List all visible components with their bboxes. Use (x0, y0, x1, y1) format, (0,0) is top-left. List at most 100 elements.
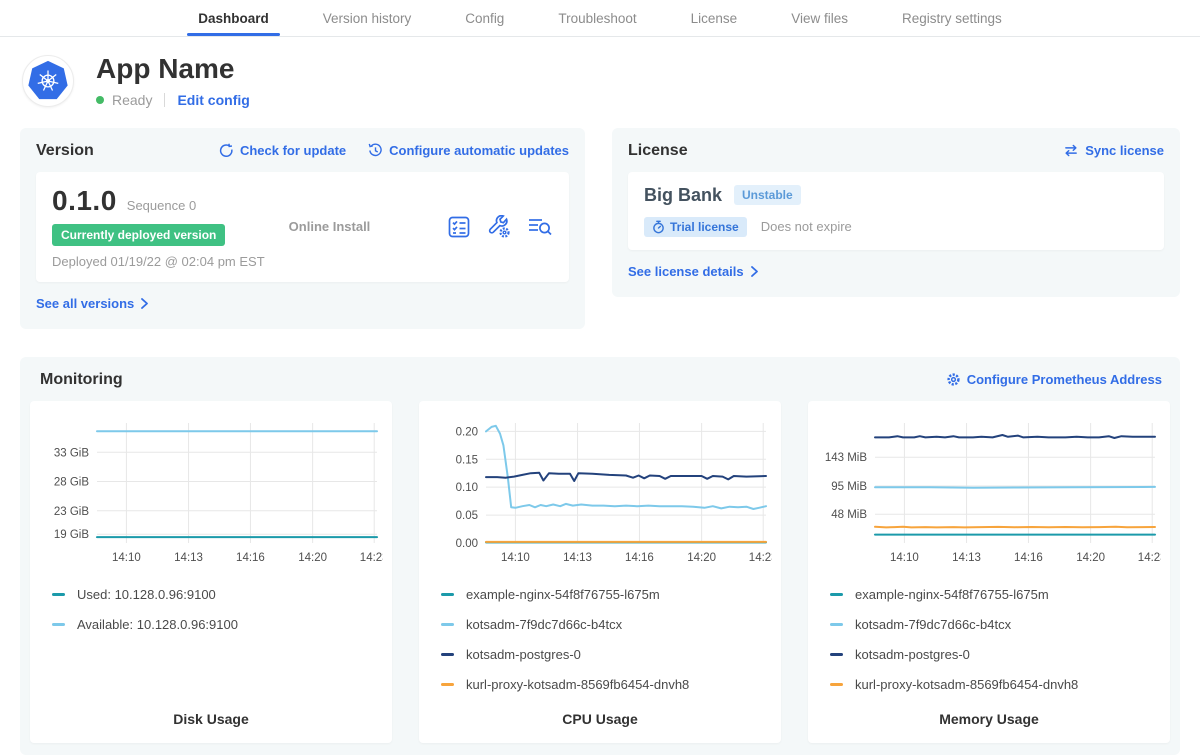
config-wrench-icon[interactable] (487, 215, 511, 239)
chevron-right-icon (750, 266, 759, 277)
see-all-versions-label: See all versions (36, 296, 134, 311)
legend-item: Available: 10.128.0.96:9100 (52, 617, 380, 632)
status-dot-icon (96, 96, 104, 104)
app-header: App Name Ready Edit config (0, 37, 1200, 128)
configure-prometheus-button[interactable]: Configure Prometheus Address (946, 372, 1162, 387)
legend-dash-icon (830, 623, 843, 626)
chart-title: Disk Usage (30, 699, 392, 727)
svg-text:14:23: 14:23 (1138, 552, 1161, 564)
tab-version-history[interactable]: Version history (296, 0, 439, 36)
tab-view-files[interactable]: View files (764, 0, 875, 36)
sync-license-button[interactable]: Sync license (1063, 143, 1164, 158)
chart-card-disk-usage: 19 GiB23 GiB28 GiB33 GiB14:1014:1314:161… (30, 401, 392, 743)
version-card: Version Check for update (20, 128, 585, 329)
legend-item: kotsadm-7f9dc7d66c-b4tcx (830, 617, 1158, 632)
legend-label: Used: 10.128.0.96:9100 (77, 587, 216, 602)
divider (164, 93, 165, 107)
version-card-title: Version (36, 142, 94, 160)
customer-name: Big Bank (644, 185, 722, 206)
svg-text:14:13: 14:13 (563, 552, 592, 564)
legend-dash-icon (441, 683, 454, 686)
current-version-panel: 0.1.0 Sequence 0 Currently deployed vers… (36, 172, 569, 282)
chart-plot: 0.000.050.100.150.2014:1014:1314:1614:20… (428, 413, 772, 573)
legend-item: kurl-proxy-kotsadm-8569fb6454-dnvh8 (830, 677, 1158, 692)
chart-legend: Used: 10.128.0.96:9100 Available: 10.128.… (30, 573, 392, 632)
install-type-label: Online Install (265, 219, 447, 234)
legend-label: kurl-proxy-kotsadm-8569fb6454-dnvh8 (466, 677, 689, 692)
legend-label: kotsadm-postgres-0 (466, 647, 581, 662)
monitoring-panel: Monitoring Configure Prometheus Address … (20, 357, 1180, 755)
deployed-timestamp: Deployed 01/19/22 @ 02:04 pm EST (52, 254, 265, 269)
trial-license-label: Trial license (670, 220, 739, 234)
legend-item: example-nginx-54f8f76755-l675m (441, 587, 769, 602)
legend-label: example-nginx-54f8f76755-l675m (466, 587, 660, 602)
svg-text:95 MiB: 95 MiB (831, 481, 867, 493)
trial-license-badge: Trial license (644, 217, 747, 237)
svg-text:14:23: 14:23 (360, 552, 383, 564)
deployed-badge: Currently deployed version (52, 224, 225, 246)
svg-text:14:23: 14:23 (749, 552, 772, 564)
check-for-update-button[interactable]: Check for update (219, 143, 346, 158)
chart-legend: example-nginx-54f8f76755-l675m kotsadm-7f… (808, 573, 1170, 692)
top-nav: Dashboard Version history Config Troublesho… (0, 0, 1200, 37)
svg-text:14:10: 14:10 (112, 552, 141, 564)
svg-text:14:20: 14:20 (298, 552, 327, 564)
svg-text:0.00: 0.00 (456, 538, 478, 550)
app-name: App Name (96, 54, 250, 85)
license-card: License Sync license Big Bank Unstable (612, 128, 1180, 297)
configure-automatic-updates-button[interactable]: Configure automatic updates (368, 143, 569, 158)
svg-text:0.20: 0.20 (456, 426, 478, 438)
see-all-versions-link[interactable]: See all versions (36, 296, 149, 311)
tab-license[interactable]: License (664, 0, 765, 36)
legend-dash-icon (830, 593, 843, 596)
legend-item: example-nginx-54f8f76755-l675m (830, 587, 1158, 602)
legend-item: kotsadm-7f9dc7d66c-b4tcx (441, 617, 769, 632)
svg-text:28 GiB: 28 GiB (54, 476, 89, 488)
svg-text:14:20: 14:20 (687, 552, 716, 564)
check-for-update-label: Check for update (240, 143, 346, 158)
legend-item: Used: 10.128.0.96:9100 (52, 587, 380, 602)
tab-label: Config (465, 11, 504, 26)
tab-label: Dashboard (198, 11, 269, 26)
configure-prometheus-label: Configure Prometheus Address (967, 372, 1162, 387)
legend-item: kurl-proxy-kotsadm-8569fb6454-dnvh8 (441, 677, 769, 692)
clock-refresh-icon (368, 143, 383, 158)
tab-label: License (691, 11, 738, 26)
kubernetes-icon (27, 60, 69, 102)
svg-text:14:16: 14:16 (625, 552, 654, 564)
license-expiry: Does not expire (761, 219, 852, 234)
legend-dash-icon (830, 683, 843, 686)
legend-dash-icon (441, 653, 454, 656)
license-card-title: License (628, 142, 688, 160)
legend-dash-icon (52, 623, 65, 626)
chart-plot: 48 MiB95 MiB143 MiB14:1014:1314:1614:201… (817, 413, 1161, 573)
gear-icon (946, 372, 961, 387)
tab-registry-settings[interactable]: Registry settings (875, 0, 1029, 36)
view-logs-icon[interactable] (527, 216, 553, 238)
license-panel: Big Bank Unstable Trial license Do (628, 172, 1164, 250)
legend-dash-icon (830, 653, 843, 656)
preflight-checks-icon[interactable] (447, 215, 471, 239)
legend-dash-icon (52, 593, 65, 596)
see-license-details-link[interactable]: See license details (628, 264, 759, 279)
svg-text:14:20: 14:20 (1076, 552, 1105, 564)
svg-text:14:13: 14:13 (952, 552, 981, 564)
legend-label: example-nginx-54f8f76755-l675m (855, 587, 1049, 602)
version-number: 0.1.0 (52, 185, 117, 217)
legend-label: kotsadm-7f9dc7d66c-b4tcx (855, 617, 1011, 632)
svg-text:14:10: 14:10 (890, 552, 919, 564)
legend-dash-icon (441, 593, 454, 596)
svg-text:14:10: 14:10 (501, 552, 530, 564)
legend-label: kurl-proxy-kotsadm-8569fb6454-dnvh8 (855, 677, 1078, 692)
tab-troubleshoot[interactable]: Troubleshoot (531, 0, 663, 36)
edit-config-link[interactable]: Edit config (177, 92, 249, 108)
tab-dashboard[interactable]: Dashboard (171, 0, 296, 36)
legend-label: Available: 10.128.0.96:9100 (77, 617, 238, 632)
svg-text:0.15: 0.15 (456, 454, 478, 466)
svg-text:14:16: 14:16 (1014, 552, 1043, 564)
chart-card-cpu-usage: 0.000.050.100.150.2014:1014:1314:1614:20… (419, 401, 781, 743)
legend-label: kotsadm-7f9dc7d66c-b4tcx (466, 617, 622, 632)
configure-automatic-updates-label: Configure automatic updates (389, 143, 569, 158)
svg-text:33 GiB: 33 GiB (54, 447, 89, 459)
tab-config[interactable]: Config (438, 0, 531, 36)
